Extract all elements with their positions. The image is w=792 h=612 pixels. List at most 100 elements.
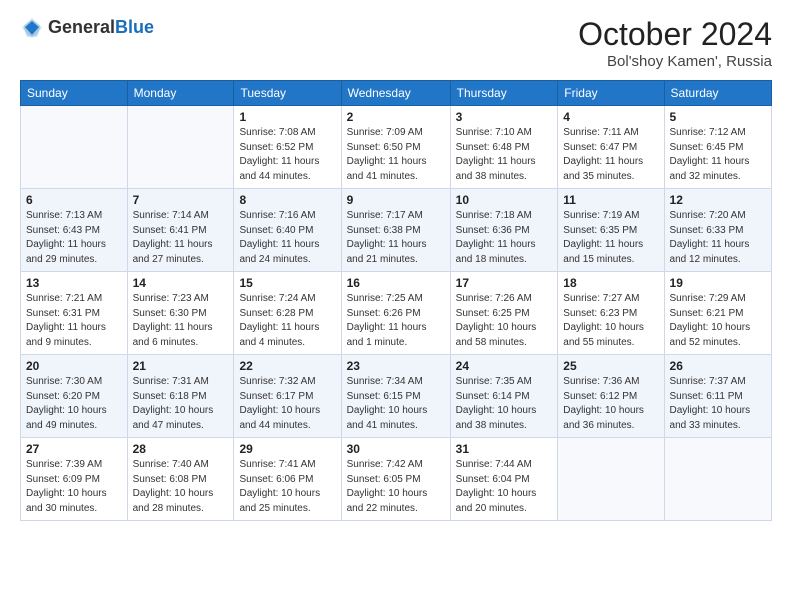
title-block: October 2024 Bol'shoy Kamen', Russia: [578, 16, 772, 70]
sunrise-text: Sunrise: 7:32 AM: [239, 376, 315, 387]
day-number: 26: [670, 359, 766, 373]
table-cell: 23 Sunrise: 7:34 AM Sunset: 6:15 PM Dayl…: [341, 355, 450, 438]
sunset-text: Sunset: 6:05 PM: [347, 474, 421, 485]
daylight-text: Daylight: 10 hours and 47 minutes.: [133, 405, 214, 431]
table-cell: 8 Sunrise: 7:16 AM Sunset: 6:40 PM Dayli…: [234, 189, 341, 272]
sunset-text: Sunset: 6:38 PM: [347, 225, 421, 236]
day-info: Sunrise: 7:39 AM Sunset: 6:09 PM Dayligh…: [26, 458, 122, 516]
day-info: Sunrise: 7:42 AM Sunset: 6:05 PM Dayligh…: [347, 458, 445, 516]
sunrise-text: Sunrise: 7:21 AM: [26, 293, 102, 304]
table-cell: 13 Sunrise: 7:21 AM Sunset: 6:31 PM Dayl…: [21, 272, 128, 355]
day-number: 12: [670, 193, 766, 207]
table-cell: 10 Sunrise: 7:18 AM Sunset: 6:36 PM Dayl…: [450, 189, 558, 272]
table-cell: 24 Sunrise: 7:35 AM Sunset: 6:14 PM Dayl…: [450, 355, 558, 438]
day-info: Sunrise: 7:31 AM Sunset: 6:18 PM Dayligh…: [133, 375, 229, 433]
day-number: 15: [239, 276, 335, 290]
day-number: 2: [347, 110, 445, 124]
sunset-text: Sunset: 6:47 PM: [563, 142, 637, 153]
day-info: Sunrise: 7:37 AM Sunset: 6:11 PM Dayligh…: [670, 375, 766, 433]
day-info: Sunrise: 7:26 AM Sunset: 6:25 PM Dayligh…: [456, 292, 553, 350]
sunrise-text: Sunrise: 7:30 AM: [26, 376, 102, 387]
sunset-text: Sunset: 6:28 PM: [239, 308, 313, 319]
daylight-text: Daylight: 10 hours and 20 minutes.: [456, 488, 537, 514]
table-cell: 28 Sunrise: 7:40 AM Sunset: 6:08 PM Dayl…: [127, 438, 234, 521]
daylight-text: Daylight: 10 hours and 38 minutes.: [456, 405, 537, 431]
day-info: Sunrise: 7:34 AM Sunset: 6:15 PM Dayligh…: [347, 375, 445, 433]
sunrise-text: Sunrise: 7:36 AM: [563, 376, 639, 387]
sunrise-text: Sunrise: 7:12 AM: [670, 127, 746, 138]
sunset-text: Sunset: 6:17 PM: [239, 391, 313, 402]
sunrise-text: Sunrise: 7:41 AM: [239, 459, 315, 470]
table-cell: 9 Sunrise: 7:17 AM Sunset: 6:38 PM Dayli…: [341, 189, 450, 272]
daylight-text: Daylight: 11 hours and 44 minutes.: [239, 156, 319, 182]
daylight-text: Daylight: 10 hours and 52 minutes.: [670, 322, 751, 348]
sunset-text: Sunset: 6:21 PM: [670, 308, 744, 319]
sunrise-text: Sunrise: 7:17 AM: [347, 210, 423, 221]
daylight-text: Daylight: 10 hours and 44 minutes.: [239, 405, 320, 431]
daylight-text: Daylight: 11 hours and 24 minutes.: [239, 239, 319, 265]
sunset-text: Sunset: 6:43 PM: [26, 225, 100, 236]
table-cell: 15 Sunrise: 7:24 AM Sunset: 6:28 PM Dayl…: [234, 272, 341, 355]
day-number: 25: [563, 359, 658, 373]
table-cell: 29 Sunrise: 7:41 AM Sunset: 6:06 PM Dayl…: [234, 438, 341, 521]
month-title: October 2024: [578, 16, 772, 53]
day-number: 5: [670, 110, 766, 124]
sunset-text: Sunset: 6:40 PM: [239, 225, 313, 236]
sunset-text: Sunset: 6:06 PM: [239, 474, 313, 485]
sunrise-text: Sunrise: 7:09 AM: [347, 127, 423, 138]
day-info: Sunrise: 7:23 AM Sunset: 6:30 PM Dayligh…: [133, 292, 229, 350]
day-info: Sunrise: 7:11 AM Sunset: 6:47 PM Dayligh…: [563, 126, 658, 184]
sunset-text: Sunset: 6:18 PM: [133, 391, 207, 402]
table-cell: [127, 106, 234, 189]
sunset-text: Sunset: 6:36 PM: [456, 225, 530, 236]
table-cell: 26 Sunrise: 7:37 AM Sunset: 6:11 PM Dayl…: [664, 355, 771, 438]
sunrise-text: Sunrise: 7:40 AM: [133, 459, 209, 470]
table-cell: 22 Sunrise: 7:32 AM Sunset: 6:17 PM Dayl…: [234, 355, 341, 438]
sunset-text: Sunset: 6:20 PM: [26, 391, 100, 402]
table-cell: 5 Sunrise: 7:12 AM Sunset: 6:45 PM Dayli…: [664, 106, 771, 189]
daylight-text: Daylight: 10 hours and 28 minutes.: [133, 488, 214, 514]
header: GeneralBlue October 2024 Bol'shoy Kamen'…: [20, 16, 772, 70]
day-number: 27: [26, 442, 122, 456]
table-cell: 16 Sunrise: 7:25 AM Sunset: 6:26 PM Dayl…: [341, 272, 450, 355]
sunrise-text: Sunrise: 7:31 AM: [133, 376, 209, 387]
sunrise-text: Sunrise: 7:42 AM: [347, 459, 423, 470]
day-number: 18: [563, 276, 658, 290]
daylight-text: Daylight: 10 hours and 36 minutes.: [563, 405, 644, 431]
calendar-header-row: Sunday Monday Tuesday Wednesday Thursday…: [21, 81, 772, 106]
daylight-text: Daylight: 11 hours and 21 minutes.: [347, 239, 427, 265]
daylight-text: Daylight: 10 hours and 55 minutes.: [563, 322, 644, 348]
daylight-text: Daylight: 11 hours and 41 minutes.: [347, 156, 427, 182]
sunset-text: Sunset: 6:30 PM: [133, 308, 207, 319]
sunrise-text: Sunrise: 7:35 AM: [456, 376, 532, 387]
daylight-text: Daylight: 10 hours and 58 minutes.: [456, 322, 537, 348]
sunrise-text: Sunrise: 7:26 AM: [456, 293, 532, 304]
table-cell: 21 Sunrise: 7:31 AM Sunset: 6:18 PM Dayl…: [127, 355, 234, 438]
table-cell: 4 Sunrise: 7:11 AM Sunset: 6:47 PM Dayli…: [558, 106, 664, 189]
daylight-text: Daylight: 11 hours and 4 minutes.: [239, 322, 319, 348]
table-cell: 27 Sunrise: 7:39 AM Sunset: 6:09 PM Dayl…: [21, 438, 128, 521]
table-cell: 6 Sunrise: 7:13 AM Sunset: 6:43 PM Dayli…: [21, 189, 128, 272]
day-number: 7: [133, 193, 229, 207]
daylight-text: Daylight: 10 hours and 30 minutes.: [26, 488, 107, 514]
sunset-text: Sunset: 6:25 PM: [456, 308, 530, 319]
sunrise-text: Sunrise: 7:10 AM: [456, 127, 532, 138]
day-info: Sunrise: 7:08 AM Sunset: 6:52 PM Dayligh…: [239, 126, 335, 184]
sunrise-text: Sunrise: 7:14 AM: [133, 210, 209, 221]
day-info: Sunrise: 7:20 AM Sunset: 6:33 PM Dayligh…: [670, 209, 766, 267]
day-info: Sunrise: 7:27 AM Sunset: 6:23 PM Dayligh…: [563, 292, 658, 350]
col-monday: Monday: [127, 81, 234, 106]
day-info: Sunrise: 7:18 AM Sunset: 6:36 PM Dayligh…: [456, 209, 553, 267]
day-info: Sunrise: 7:44 AM Sunset: 6:04 PM Dayligh…: [456, 458, 553, 516]
sunrise-text: Sunrise: 7:37 AM: [670, 376, 746, 387]
daylight-text: Daylight: 11 hours and 32 minutes.: [670, 156, 750, 182]
sunrise-text: Sunrise: 7:19 AM: [563, 210, 639, 221]
day-number: 9: [347, 193, 445, 207]
sunset-text: Sunset: 6:11 PM: [670, 391, 743, 402]
table-cell: 30 Sunrise: 7:42 AM Sunset: 6:05 PM Dayl…: [341, 438, 450, 521]
day-number: 1: [239, 110, 335, 124]
col-tuesday: Tuesday: [234, 81, 341, 106]
daylight-text: Daylight: 10 hours and 41 minutes.: [347, 405, 428, 431]
table-cell: [21, 106, 128, 189]
day-info: Sunrise: 7:09 AM Sunset: 6:50 PM Dayligh…: [347, 126, 445, 184]
